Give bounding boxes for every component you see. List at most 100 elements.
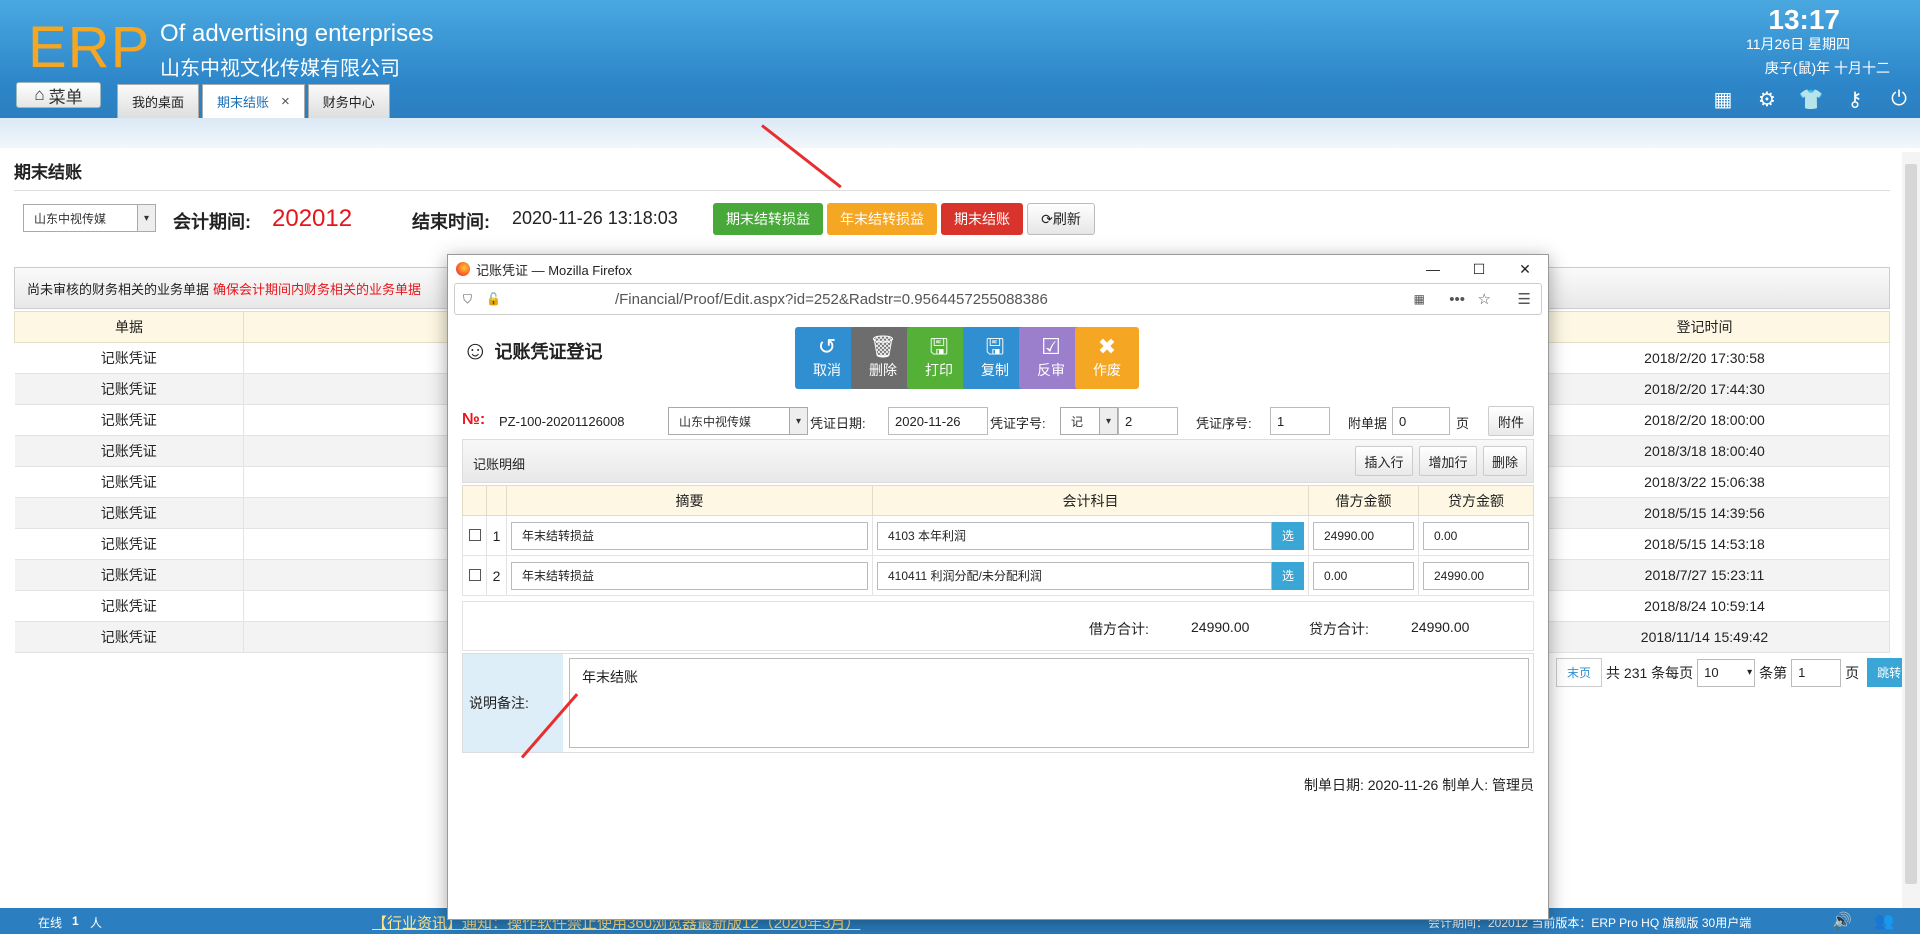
shirt-icon[interactable]: 👕 [1799,88,1824,111]
url-bar[interactable]: ⛉ 🔓 /Financial/Proof/Edit.aspx?id=252&Ra… [454,283,1542,315]
bookmark-icon[interactable]: ☆ [1478,290,1491,308]
register-time: 2018/5/15 14:39:56 [1519,497,1890,529]
account-input[interactable]: 410411 利润分配/未分配利润 [877,561,1272,590]
voucher-footer: 制单日期: 2020-11-26 制单人: 管理员 [1304,775,1534,795]
register-time: 2018/5/15 14:53:18 [1519,528,1890,560]
tab-finance-center[interactable]: 财务中心 [307,84,390,118]
key-icon[interactable]: ⚷ [1844,88,1866,111]
period-value: 202012 [272,205,353,232]
period-transfer-button[interactable]: 期末结转损益 [713,203,823,235]
action-label: 反审 [1037,362,1065,378]
insert-row-button[interactable]: 插入行 [1355,446,1413,476]
col-debit: 借方金额 [1308,485,1419,516]
chevron-down-icon: ▾ [137,205,155,231]
close-period-button[interactable]: 期末结账 [941,203,1023,235]
chevron-down-icon: ▾ [789,408,807,434]
detail-row: 2 年末结转损益 410411 利润分配/未分配利润选 0.00 24990.0… [462,555,1534,596]
tab-bar: 我的桌面 期末结账 × 财务中心 [117,84,390,118]
period-label: 会计期间: [173,212,251,232]
voucher-company-select[interactable]: 山东中视传媒 ▾ [668,407,808,435]
voucher-heading-text: 记账凭证登记 [494,341,603,362]
voucher-action-button[interactable]: 🖫 打印 [907,327,971,389]
shield-icon[interactable]: ⛉ [463,292,472,307]
attachment-button[interactable]: 附件 [1488,406,1534,436]
lunar-date: 庚子(鼠)年 十月十二 [1764,60,1890,76]
page-size-select[interactable]: 10 ▾ [1697,658,1756,687]
account-input[interactable]: 4103 本年利润 [877,521,1272,550]
voucher-seq-label: 凭证序号: [1196,416,1252,431]
voucher-seq-input[interactable]: 1 [1270,407,1330,435]
col-credit: 贷方金额 [1418,485,1534,516]
close-tab-icon[interactable]: × [281,93,290,110]
pager-total: 共 231 条每页 [1606,664,1694,681]
voucher-action-button[interactable]: ↺ 取消 [795,327,859,389]
last-page-button[interactable]: 末页 [1556,658,1603,687]
voucher-word-select[interactable]: 记 ▾ [1060,407,1118,435]
refresh-icon: ⟳ [1041,210,1053,227]
detail-row: 1 年末结转损益 4103 本年利润选 24990.00 0.00 [462,515,1534,556]
col-doc: 单据 [14,311,244,343]
refresh-button[interactable]: ⟳ 刷新 [1027,203,1095,235]
credit-input[interactable]: 24990.00 [1423,561,1529,590]
pick-account-button[interactable]: 选 [1272,521,1304,550]
voucher-date-label: 凭证日期: [810,416,866,431]
summary-input[interactable]: 年末结转损益 [511,521,868,550]
summary-input[interactable]: 年末结转损益 [511,561,868,590]
year-transfer-button[interactable]: 年末结转损益 [827,203,937,235]
credit-input[interactable]: 0.00 [1423,521,1529,550]
attachment-count-input[interactable]: 0 [1392,407,1450,435]
debit-input[interactable]: 24990.00 [1313,521,1414,550]
menu-button[interactable]: ⌂ 菜单 [16,82,101,108]
voucher-action-button[interactable]: 🖫 复制 [963,327,1027,389]
gear-icon[interactable]: ⚙ [1756,88,1778,111]
tab-period-close[interactable]: 期末结账 × [202,84,305,118]
insecure-icon[interactable]: 🔓 [486,292,501,306]
power-icon[interactable]: ⏻ [1888,88,1910,110]
col-account: 会计科目 [872,485,1309,516]
add-row-button[interactable]: 增加行 [1419,446,1477,476]
chevron-down-icon: ▾ [1747,667,1753,678]
voucher-action-button[interactable]: ✖ 作废 [1075,327,1139,389]
voucher-word-number-input[interactable]: 2 [1118,407,1178,435]
end-time-value: 2020-11-26 13:18:03 [512,208,678,228]
qr-icon[interactable]: ▦ [1414,292,1425,306]
sub-bar [0,118,1920,148]
maker: 管理员 [1492,777,1534,793]
company-select[interactable]: 山东中视传媒 ▾ [23,204,156,232]
minimize-icon[interactable]: — [1410,255,1456,283]
tab-desktop[interactable]: 我的桌面 [117,84,200,118]
action-label: 取消 [813,362,841,378]
voucher-date-input[interactable]: 2020-11-26 [888,407,988,435]
speaker-icon[interactable]: 🔊 [1832,911,1852,931]
debit-input[interactable]: 0.00 [1313,561,1414,590]
voucher-action-button[interactable]: ☑ 反审 [1019,327,1083,389]
online-count: 1 [72,914,79,928]
window-title: 记账凭证 — Mozilla Firefox [476,262,633,278]
hamburger-icon[interactable]: ☰ [1518,290,1531,308]
doc-type: 记账凭证 [14,373,244,405]
tab-label: 我的桌面 [132,95,185,110]
pick-account-button[interactable]: 选 [1272,561,1304,590]
note-textarea[interactable]: 年末结账 [569,658,1529,748]
tab-label: 财务中心 [322,95,375,110]
doc-type: 记账凭证 [14,528,244,560]
row-index: 1 [486,515,507,556]
maximize-icon[interactable]: ☐ [1456,255,1502,283]
close-icon[interactable]: ✕ [1502,255,1548,283]
page-scrollbar[interactable] [1902,152,1920,908]
voucher-company-value: 山东中视传媒 [679,414,752,429]
delete-row-button[interactable]: 删除 [1483,446,1527,476]
action-icon: ☑ [1041,334,1061,359]
made-date: 2020-11-26 [1367,777,1439,793]
row-checkbox[interactable] [468,528,481,541]
grid-icon[interactable]: ▦ [1712,88,1734,111]
company-select-value: 山东中视传媒 [34,211,107,226]
action-label: 删除 [869,362,897,378]
voucher-action-button[interactable]: 🗑 删除 [851,327,915,389]
scroll-thumb[interactable] [1905,164,1917,884]
users-icon[interactable]: 👥 [1874,911,1894,931]
row-checkbox[interactable] [468,568,481,581]
more-icon[interactable]: ••• [1449,291,1465,308]
url-text[interactable]: /Financial/Proof/Edit.aspx?id=252&Radstr… [615,291,1048,308]
page-number-input[interactable]: 1 [1791,658,1842,687]
